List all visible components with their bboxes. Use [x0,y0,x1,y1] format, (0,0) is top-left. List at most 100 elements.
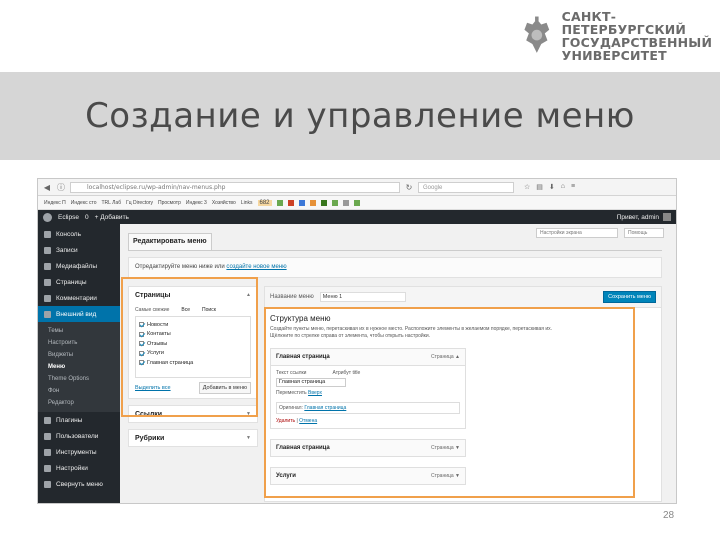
sidebar-item-settings[interactable]: Настройки [38,460,120,476]
pin-icon [44,246,51,254]
media-icon [44,262,51,270]
browser-toolbar: ◀ ⓘ localhost/eclipse.ru/wp-admin/nav-me… [38,179,676,196]
tab-divider [128,250,662,251]
arrow-down-icon[interactable]: ▼ [246,435,251,441]
url-bar[interactable]: localhost/eclipse.ru/wp-admin/nav-menus.… [70,181,400,193]
submenu-item-theme-options[interactable]: Theme Options [38,373,120,385]
wordpress-logo-icon[interactable] [43,212,52,222]
page-number: 28 [663,510,675,521]
bookmarks-bar: Индекс П Индекс сто TRL Лаб Гц Directory… [38,196,676,210]
users-icon [44,432,51,440]
sidebar-item-label: Свернуть меню [56,480,103,488]
bookmark-badge: 682 [257,199,272,206]
sidebar-item-label: Инструменты [56,448,97,456]
sidebar-item-label: Медиафайлы [56,262,98,270]
collapse-icon [44,480,51,488]
logo-line-1: САНКТ-ПЕТЕРБУРГСКИЙ [561,9,687,37]
submenu-item-customize[interactable]: Настроить [38,337,120,349]
highlight-pages-panel [121,277,258,417]
reload-icon[interactable]: ↻ [404,183,414,192]
bookmark-item[interactable]: Индекс 3 [186,200,207,206]
sidebar-item-media[interactable]: Медиафайлы [38,258,120,274]
logo-text: САНКТ-ПЕТЕРБУРГСКИЙ ГОСУДАРСТВЕННЫЙ УНИВ… [562,10,720,62]
bookmark-item[interactable]: Индекс П [44,200,66,206]
admin-bar-comments-count[interactable]: 0 [85,214,89,221]
submenu-item-background[interactable]: Фон [38,385,120,397]
help-button[interactable]: Помощь [624,228,664,238]
admin-bar-add-new[interactable]: + Добавить [95,214,129,221]
admin-sidebar: Консоль Записи Медиафайлы Страницы Комме… [38,224,120,503]
sidebar-item-label: Настройки [56,464,88,472]
sidebar-item-users[interactable]: Пользователи [38,428,120,444]
back-icon[interactable]: ◀ [42,183,52,192]
star-icon[interactable]: ☆ [524,183,530,191]
extension-icon[interactable] [320,199,327,206]
info-icon[interactable]: ⓘ [56,182,66,193]
sidebar-item-posts[interactable]: Записи [38,242,120,258]
extension-icon[interactable] [287,199,294,206]
title-band: Создание и управление меню [0,72,720,160]
categories-panel-header[interactable]: Рубрики ▼ [129,430,257,446]
save-menu-button[interactable]: Сохранить меню [603,291,656,303]
menu-icon[interactable]: ≡ [571,183,575,191]
sidebar-item-label: Внешний вид [56,310,97,318]
extension-icon[interactable] [298,199,305,206]
bookmark-item[interactable]: Просмотр [158,200,181,206]
eagle-emblem-icon [524,16,550,53]
wp-admin-bar: Eclipse 0 + Добавить Привет, admin [38,210,676,224]
submenu-item-editor[interactable]: Редактор [38,397,120,409]
slide-title: Создание и управление меню [85,96,635,136]
brush-icon [44,310,51,318]
submenu-item-widgets[interactable]: Виджеты [38,349,120,361]
categories-panel: Рубрики ▼ [128,429,258,447]
sidebar-item-label: Страницы [56,278,87,286]
bookmarks-icon[interactable]: ▤ [536,183,543,191]
submenu-item-menus[interactable]: Меню [38,361,120,373]
sidebar-collapse[interactable]: Свернуть меню [38,476,120,492]
tab-edit-menus[interactable]: Редактировать меню [128,233,212,250]
menu-name-input[interactable]: Меню 1 [319,292,406,302]
manage-menus-bar: Отредактируйте меню ниже или создайте но… [128,257,662,278]
sidebar-item-appearance[interactable]: Внешний вид [38,306,120,322]
menu-name-label: Название меню [270,294,314,300]
logo-line-3: УНИВЕРСИТЕТ [561,48,667,63]
home-icon[interactable]: ⌂ [561,183,565,191]
screen-options-button[interactable]: Настройки экрана [536,228,618,238]
admin-bar-site[interactable]: Eclipse [58,214,79,221]
bookmark-item[interactable]: Гц Directory [126,200,153,206]
bookmark-item[interactable]: TRL Лаб [101,200,121,206]
extension-icon[interactable] [353,199,360,206]
bookmark-item[interactable]: Индекс сто [71,200,97,206]
bookmark-item[interactable]: Хозяйство [212,200,236,206]
wrench-icon [44,448,51,456]
settings-icon [44,464,51,472]
sidebar-item-label: Пользователи [56,432,99,440]
submenu-item-themes[interactable]: Темы [38,325,120,337]
extension-icon[interactable] [342,199,349,206]
highlight-menu-structure [264,307,635,498]
sidebar-item-dashboard[interactable]: Консоль [38,226,120,242]
add-new-label: Добавить [100,213,129,221]
plugin-icon [44,416,51,424]
download-icon[interactable]: ⬇ [549,183,555,191]
admin-bar-account[interactable]: Привет, admin [617,213,671,221]
comment-icon [44,294,51,302]
menu-name-row: Название меню Меню 1 Сохранить меню [264,286,662,308]
create-menu-link[interactable]: создайте новое меню [226,264,286,270]
sidebar-item-tools[interactable]: Инструменты [38,444,120,460]
toolbar-icons: ☆ ▤ ⬇ ⌂ ≡ [524,183,575,191]
page-icon [44,278,51,286]
sidebar-item-comments[interactable]: Комментарии [38,290,120,306]
sidebar-item-plugins[interactable]: Плагины [38,412,120,428]
select-text: Отредактируйте меню ниже или [135,264,225,270]
admin-greeting: Привет, admin [616,213,659,221]
appearance-submenu: Темы Настроить Виджеты Меню Theme Option… [38,322,120,412]
sidebar-item-pages[interactable]: Страницы [38,274,120,290]
bookmark-item[interactable]: Links [241,200,253,206]
extension-icon[interactable] [276,199,283,206]
browser-search-input[interactable]: Google [418,181,514,193]
panel-title: Рубрики [135,434,165,442]
extension-icon[interactable] [309,199,316,206]
extension-icon[interactable] [331,199,338,206]
dashboard-icon [44,230,51,238]
